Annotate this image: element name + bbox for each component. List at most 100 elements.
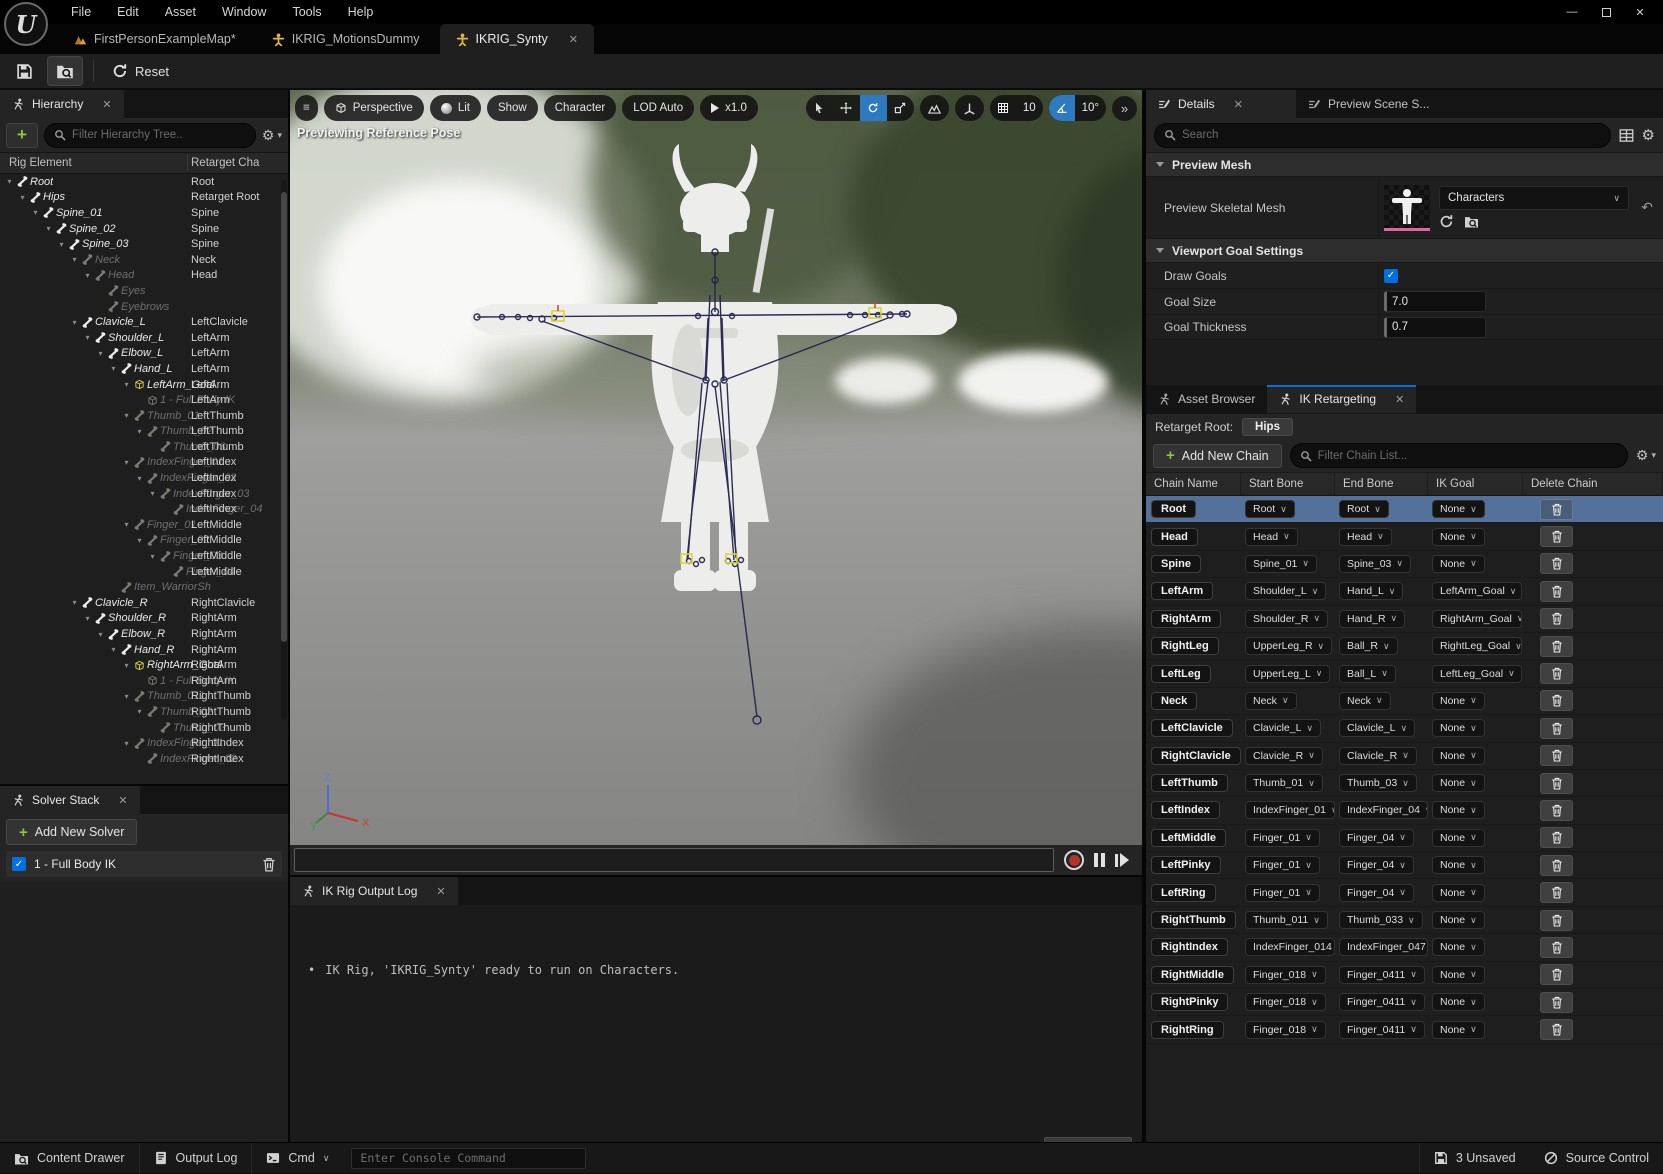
delete-chain-button[interactable] — [1540, 663, 1573, 684]
step-forward-button[interactable] — [1115, 853, 1129, 867]
select-tool[interactable] — [806, 95, 833, 121]
hierarchy-filter-input[interactable] — [72, 129, 246, 141]
grid-snap-value[interactable]: 10 — [1016, 95, 1043, 121]
delete-chain-button[interactable] — [1540, 718, 1573, 739]
ik-goal-dropdown[interactable]: RightLeg_Goal∨ — [1432, 637, 1522, 655]
delete-chain-button[interactable] — [1540, 800, 1573, 821]
chain-name-chip[interactable]: RightClavicle — [1151, 747, 1241, 765]
start-bone-dropdown[interactable]: Clavicle_L∨ — [1245, 719, 1321, 737]
solver-row[interactable]: ✓ 1 - Full Body IK — [6, 851, 282, 877]
expander-icon[interactable]: ▾ — [17, 193, 28, 202]
character-menu-button[interactable]: Character — [544, 95, 617, 121]
toolbar-overflow-button[interactable]: » — [1112, 96, 1137, 121]
start-bone-dropdown[interactable]: IndexFinger_01∨ — [1245, 801, 1335, 819]
rotation-snap-toggle[interactable] — [1049, 95, 1075, 121]
end-bone-dropdown[interactable]: Finger_04∨ — [1339, 829, 1414, 847]
expander-icon[interactable]: ▾ — [95, 349, 106, 358]
move-tool[interactable] — [833, 95, 860, 121]
delete-chain-button[interactable] — [1540, 526, 1573, 547]
start-bone-dropdown[interactable]: Shoulder_R∨ — [1245, 610, 1328, 628]
hierarchy-tree-row[interactable]: ▾ Finger_03 LeftMiddle — [0, 548, 288, 564]
menu-item[interactable]: Edit — [104, 0, 152, 24]
expander-icon[interactable]: ▾ — [43, 224, 54, 233]
ik-goal-dropdown[interactable]: None∨ — [1432, 555, 1485, 573]
chain-row[interactable]: LeftClavicle Clavicle_L∨ Clavicle_L∨ Non… — [1146, 715, 1663, 742]
hierarchy-tree-row[interactable]: ▾ Thumb_011 RightThumb — [0, 689, 288, 705]
chain-name-chip[interactable]: RightThumb — [1151, 911, 1236, 929]
expander-icon[interactable]: ▾ — [56, 240, 67, 249]
ik-goal-dropdown[interactable]: LeftLeg_Goal∨ — [1432, 665, 1522, 683]
section-preview-mesh[interactable]: Preview Mesh — [1146, 152, 1663, 176]
chain-name-chip[interactable]: RightPinky — [1151, 993, 1228, 1011]
expander-icon[interactable]: ▾ — [134, 707, 145, 716]
expander-icon[interactable]: ▾ — [82, 271, 93, 280]
hierarchy-tree-row[interactable]: ▾ Neck Neck — [0, 252, 288, 268]
expander-icon[interactable]: ▾ — [121, 411, 132, 420]
cmd-selector[interactable]: Cmd ∨ — [252, 1143, 343, 1174]
expander-icon[interactable]: ▾ — [69, 598, 80, 607]
ik-goal-dropdown[interactable]: None∨ — [1432, 500, 1485, 518]
start-bone-dropdown[interactable]: Finger_01∨ — [1245, 856, 1320, 874]
tab-preview-scene-settings[interactable]: Preview Scene S... — [1296, 90, 1441, 118]
close-icon[interactable]: ✕ — [102, 98, 111, 111]
asset-tab[interactable]: IKRIG_Synty ✕ — [440, 24, 594, 54]
display-filter-icon[interactable] — [1619, 128, 1634, 143]
delete-chain-button[interactable] — [1540, 581, 1573, 602]
column-start-bone[interactable]: Start Bone — [1241, 473, 1335, 495]
end-bone-dropdown[interactable]: Thumb_03∨ — [1339, 774, 1417, 792]
hierarchy-tree-row[interactable]: 1 - Full Body IK RightArm — [0, 673, 288, 689]
add-new-chain-button[interactable]: + Add New Chain — [1153, 444, 1282, 468]
column-ik-goal[interactable]: IK Goal — [1428, 473, 1523, 495]
expander-icon[interactable]: ▾ — [108, 364, 119, 373]
ik-goal-dropdown[interactable]: None∨ — [1432, 692, 1485, 710]
chain-row[interactable]: LeftPinky Finger_01∨ Finger_04∨ None∨ — [1146, 852, 1663, 879]
record-button[interactable] — [1064, 850, 1084, 870]
chain-row[interactable]: RightClavicle Clavicle_R∨ Clavicle_R∨ No… — [1146, 743, 1663, 770]
column-delete-chain[interactable]: Delete Chain — [1523, 473, 1663, 495]
hierarchy-tree-row[interactable]: ▾ LeftArm_Goal LeftArm — [0, 377, 288, 393]
goal-thickness-input[interactable] — [1384, 317, 1486, 338]
chain-name-chip[interactable]: LeftThumb — [1151, 774, 1228, 792]
start-bone-dropdown[interactable]: UpperLeg_R∨ — [1245, 637, 1332, 655]
unsaved-button[interactable]: 3 Unsaved — [1420, 1143, 1530, 1174]
ik-goal-dropdown[interactable]: None∨ — [1432, 719, 1485, 737]
menu-item[interactable]: Help — [335, 0, 387, 24]
rotation-snap-value[interactable]: 10° — [1075, 95, 1106, 121]
expander-icon[interactable]: ▾ — [121, 458, 132, 467]
expander-icon[interactable]: ▾ — [121, 739, 132, 748]
browse-icon[interactable] — [1464, 214, 1479, 229]
details-search-input[interactable] — [1182, 129, 1601, 141]
hierarchy-tree-row[interactable]: Eyebrows — [0, 299, 288, 315]
start-bone-dropdown[interactable]: Finger_018∨ — [1245, 993, 1326, 1011]
asset-tab[interactable]: IKRIG_MotionsDummy ✕ — [256, 24, 436, 54]
perspective-button[interactable]: Perspective — [324, 95, 424, 121]
expander-icon[interactable]: ▾ — [82, 614, 93, 623]
tab-solver-stack[interactable]: Solver Stack ✕ — [0, 786, 140, 814]
hierarchy-tree-row[interactable]: ▾ Shoulder_L LeftArm — [0, 330, 288, 346]
tab-hierarchy[interactable]: Hierarchy ✕ — [0, 90, 124, 118]
ik-goal-dropdown[interactable]: None∨ — [1432, 774, 1485, 792]
close-icon[interactable]: ✕ — [118, 794, 127, 807]
tab-ik-retargeting[interactable]: IK Retargeting ✕ — [1267, 385, 1416, 413]
chain-row[interactable]: Root Root∨ Root∨ None∨ — [1146, 496, 1663, 523]
timeline-scrub-bar[interactable] — [294, 848, 1054, 872]
expander-icon[interactable]: ▾ — [134, 536, 145, 545]
chain-row[interactable]: LeftIndex IndexFinger_01∨ IndexFinger_04… — [1146, 797, 1663, 824]
chain-name-chip[interactable]: LeftIndex — [1151, 801, 1220, 819]
start-bone-dropdown[interactable]: Finger_018∨ — [1245, 966, 1326, 984]
browse-to-asset-button[interactable] — [47, 56, 83, 86]
close-icon[interactable]: ✕ — [1395, 393, 1404, 406]
end-bone-dropdown[interactable]: Ball_R∨ — [1339, 637, 1398, 655]
chain-row[interactable]: RightIndex IndexFinger_014∨ IndexFinger_… — [1146, 934, 1663, 961]
chain-name-chip[interactable]: LeftRing — [1151, 884, 1216, 902]
chain-name-chip[interactable]: LeftLeg — [1151, 665, 1211, 683]
menu-item[interactable]: Tools — [279, 0, 334, 24]
chain-name-chip[interactable]: Neck — [1151, 692, 1197, 710]
delete-chain-button[interactable] — [1540, 690, 1573, 711]
end-bone-dropdown[interactable]: Neck∨ — [1339, 692, 1391, 710]
end-bone-dropdown[interactable]: Head∨ — [1339, 528, 1392, 546]
end-bone-dropdown[interactable]: Hand_L∨ — [1339, 582, 1403, 600]
hierarchy-tree-row[interactable]: ▾ Spine_01 Spine — [0, 205, 288, 221]
hierarchy-scrollbar[interactable] — [281, 180, 287, 720]
chain-name-chip[interactable]: Head — [1151, 528, 1198, 546]
